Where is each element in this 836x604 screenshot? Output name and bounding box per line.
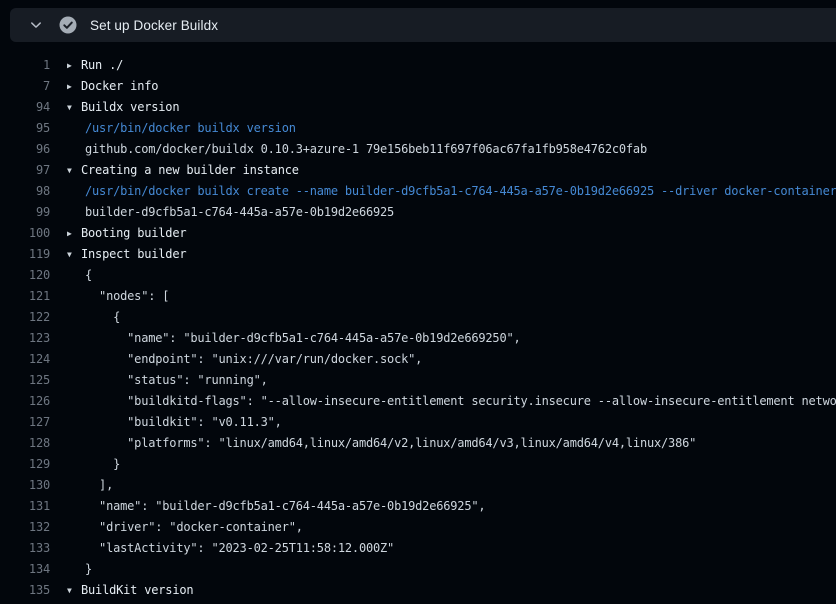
group-label: Docker info bbox=[81, 79, 158, 93]
log-line: 130 ], bbox=[0, 475, 836, 496]
command-text: /usr/bin/docker buildx create --name bui… bbox=[85, 181, 836, 202]
group-label: BuildKit version bbox=[81, 583, 193, 597]
group-label: Booting builder bbox=[81, 226, 186, 240]
line-number[interactable]: 123 bbox=[0, 328, 50, 349]
group-toggle[interactable]: ▼Buildx version bbox=[67, 97, 179, 118]
log-group-row[interactable]: 7 ▶Docker info bbox=[0, 76, 836, 97]
line-number[interactable]: 128 bbox=[0, 433, 50, 454]
line-number[interactable]: 122 bbox=[0, 307, 50, 328]
output-text: "buildkit": "v0.11.3", bbox=[85, 412, 282, 433]
log-group-row[interactable]: 1 ▶Run ./ bbox=[0, 55, 836, 76]
output-text: github.com/docker/buildx 0.10.3+azure-1 … bbox=[85, 139, 647, 160]
log-line: 99 builder-d9cfb5a1-c764-445a-a57e-0b19d2… bbox=[0, 202, 836, 223]
line-number[interactable]: 134 bbox=[0, 559, 50, 580]
log-line: 126 "buildkitd-flags": "--allow-insecure… bbox=[0, 391, 836, 412]
group-toggle[interactable]: ▼Creating a new builder instance bbox=[67, 160, 299, 181]
log-line: 129 } bbox=[0, 454, 836, 475]
log-group-row[interactable]: 97 ▼Creating a new builder instance bbox=[0, 160, 836, 181]
output-text: "buildkitd-flags": "--allow-insecure-ent… bbox=[85, 391, 836, 412]
log-group-row[interactable]: 135 ▼BuildKit version bbox=[0, 580, 836, 601]
line-number[interactable]: 100 bbox=[0, 223, 50, 244]
line-number[interactable]: 99 bbox=[0, 202, 50, 223]
output-text: "platforms": "linux/amd64,linux/amd64/v2… bbox=[85, 433, 696, 454]
log-group-row[interactable]: 100 ▶Booting builder bbox=[0, 223, 836, 244]
output-text: { bbox=[85, 307, 120, 328]
group-collapsed-arrow-icon[interactable]: ▶ bbox=[67, 223, 81, 244]
output-text: ], bbox=[85, 475, 113, 496]
log-line: 120 { bbox=[0, 265, 836, 286]
log-line: 132 "driver": "docker-container", bbox=[0, 517, 836, 538]
chevron-down-icon[interactable] bbox=[28, 17, 44, 33]
output-text: "name": "builder-d9cfb5a1-c764-445a-a57e… bbox=[85, 496, 485, 517]
line-number[interactable]: 124 bbox=[0, 349, 50, 370]
line-number[interactable]: 135 bbox=[0, 580, 50, 601]
log-line: 98/usr/bin/docker buildx create --name b… bbox=[0, 181, 836, 202]
group-label: Inspect builder bbox=[81, 247, 186, 261]
output-text: "nodes": [ bbox=[85, 286, 169, 307]
line-number[interactable]: 98 bbox=[0, 181, 50, 202]
output-text: } bbox=[85, 454, 120, 475]
line-number[interactable]: 125 bbox=[0, 370, 50, 391]
group-expanded-arrow-icon[interactable]: ▼ bbox=[67, 160, 81, 181]
line-number[interactable]: 96 bbox=[0, 139, 50, 160]
log-line: 125 "status": "running", bbox=[0, 370, 836, 391]
line-number[interactable]: 1 bbox=[0, 55, 50, 76]
group-toggle[interactable]: ▶Booting builder bbox=[67, 223, 186, 244]
line-number[interactable]: 133 bbox=[0, 538, 50, 559]
line-number[interactable]: 95 bbox=[0, 118, 50, 139]
log-line: 124 "endpoint": "unix:///var/run/docker.… bbox=[0, 349, 836, 370]
log-group-row[interactable]: 119 ▼Inspect builder bbox=[0, 244, 836, 265]
line-number[interactable]: 127 bbox=[0, 412, 50, 433]
group-collapsed-arrow-icon[interactable]: ▶ bbox=[67, 55, 81, 76]
command-text: /usr/bin/docker buildx version bbox=[85, 118, 296, 139]
line-number[interactable]: 120 bbox=[0, 265, 50, 286]
log-line: 123 "name": "builder-d9cfb5a1-c764-445a-… bbox=[0, 328, 836, 349]
group-label: Run ./ bbox=[81, 58, 123, 72]
group-label: Creating a new builder instance bbox=[81, 163, 299, 177]
log-line: 131 "name": "builder-d9cfb5a1-c764-445a-… bbox=[0, 496, 836, 517]
group-expanded-arrow-icon[interactable]: ▼ bbox=[67, 244, 81, 265]
line-number[interactable]: 7 bbox=[0, 76, 50, 97]
group-label: Buildx version bbox=[81, 100, 179, 114]
log-line: 122 { bbox=[0, 307, 836, 328]
line-number[interactable]: 94 bbox=[0, 97, 50, 118]
line-number[interactable]: 97 bbox=[0, 160, 50, 181]
status-check-icon bbox=[59, 16, 77, 34]
log-line: 128 "platforms": "linux/amd64,linux/amd6… bbox=[0, 433, 836, 454]
log-viewer[interactable]: 1▶Run ./7▶Docker info94▼Buildx version95… bbox=[0, 55, 836, 604]
log-line: 134} bbox=[0, 559, 836, 580]
group-toggle[interactable]: ▼BuildKit version bbox=[67, 580, 193, 601]
output-text: "name": "builder-d9cfb5a1-c764-445a-a57e… bbox=[85, 328, 521, 349]
line-number[interactable]: 119 bbox=[0, 244, 50, 265]
line-number[interactable]: 129 bbox=[0, 454, 50, 475]
line-number[interactable]: 121 bbox=[0, 286, 50, 307]
output-text: "lastActivity": "2023-02-25T11:58:12.000… bbox=[85, 538, 394, 559]
line-number[interactable]: 130 bbox=[0, 475, 50, 496]
group-toggle[interactable]: ▶Docker info bbox=[67, 76, 158, 97]
log-group-row[interactable]: 94 ▼Buildx version bbox=[0, 97, 836, 118]
output-text: "driver": "docker-container", bbox=[85, 517, 303, 538]
group-expanded-arrow-icon[interactable]: ▼ bbox=[67, 580, 81, 601]
group-collapsed-arrow-icon[interactable]: ▶ bbox=[67, 76, 81, 97]
line-number[interactable]: 132 bbox=[0, 517, 50, 538]
output-text: builder-d9cfb5a1-c764-445a-a57e-0b19d2e6… bbox=[85, 202, 394, 223]
log-line: 95/usr/bin/docker buildx version bbox=[0, 118, 836, 139]
output-text: "endpoint": "unix:///var/run/docker.sock… bbox=[85, 349, 422, 370]
log-line: 133 "lastActivity": "2023-02-25T11:58:12… bbox=[0, 538, 836, 559]
line-number[interactable]: 131 bbox=[0, 496, 50, 517]
group-toggle[interactable]: ▶Run ./ bbox=[67, 55, 123, 76]
log-line: 96 github.com/docker/buildx 0.10.3+azure-… bbox=[0, 139, 836, 160]
log-line: 127 "buildkit": "v0.11.3", bbox=[0, 412, 836, 433]
group-toggle[interactable]: ▼Inspect builder bbox=[67, 244, 186, 265]
step-header[interactable]: Set up Docker Buildx bbox=[10, 8, 836, 42]
output-text: { bbox=[85, 265, 92, 286]
log-line: 121 "nodes": [ bbox=[0, 286, 836, 307]
line-number[interactable]: 126 bbox=[0, 391, 50, 412]
group-expanded-arrow-icon[interactable]: ▼ bbox=[67, 97, 81, 118]
output-text: } bbox=[85, 559, 92, 580]
output-text: "status": "running", bbox=[85, 370, 268, 391]
step-title: Set up Docker Buildx bbox=[90, 18, 218, 33]
